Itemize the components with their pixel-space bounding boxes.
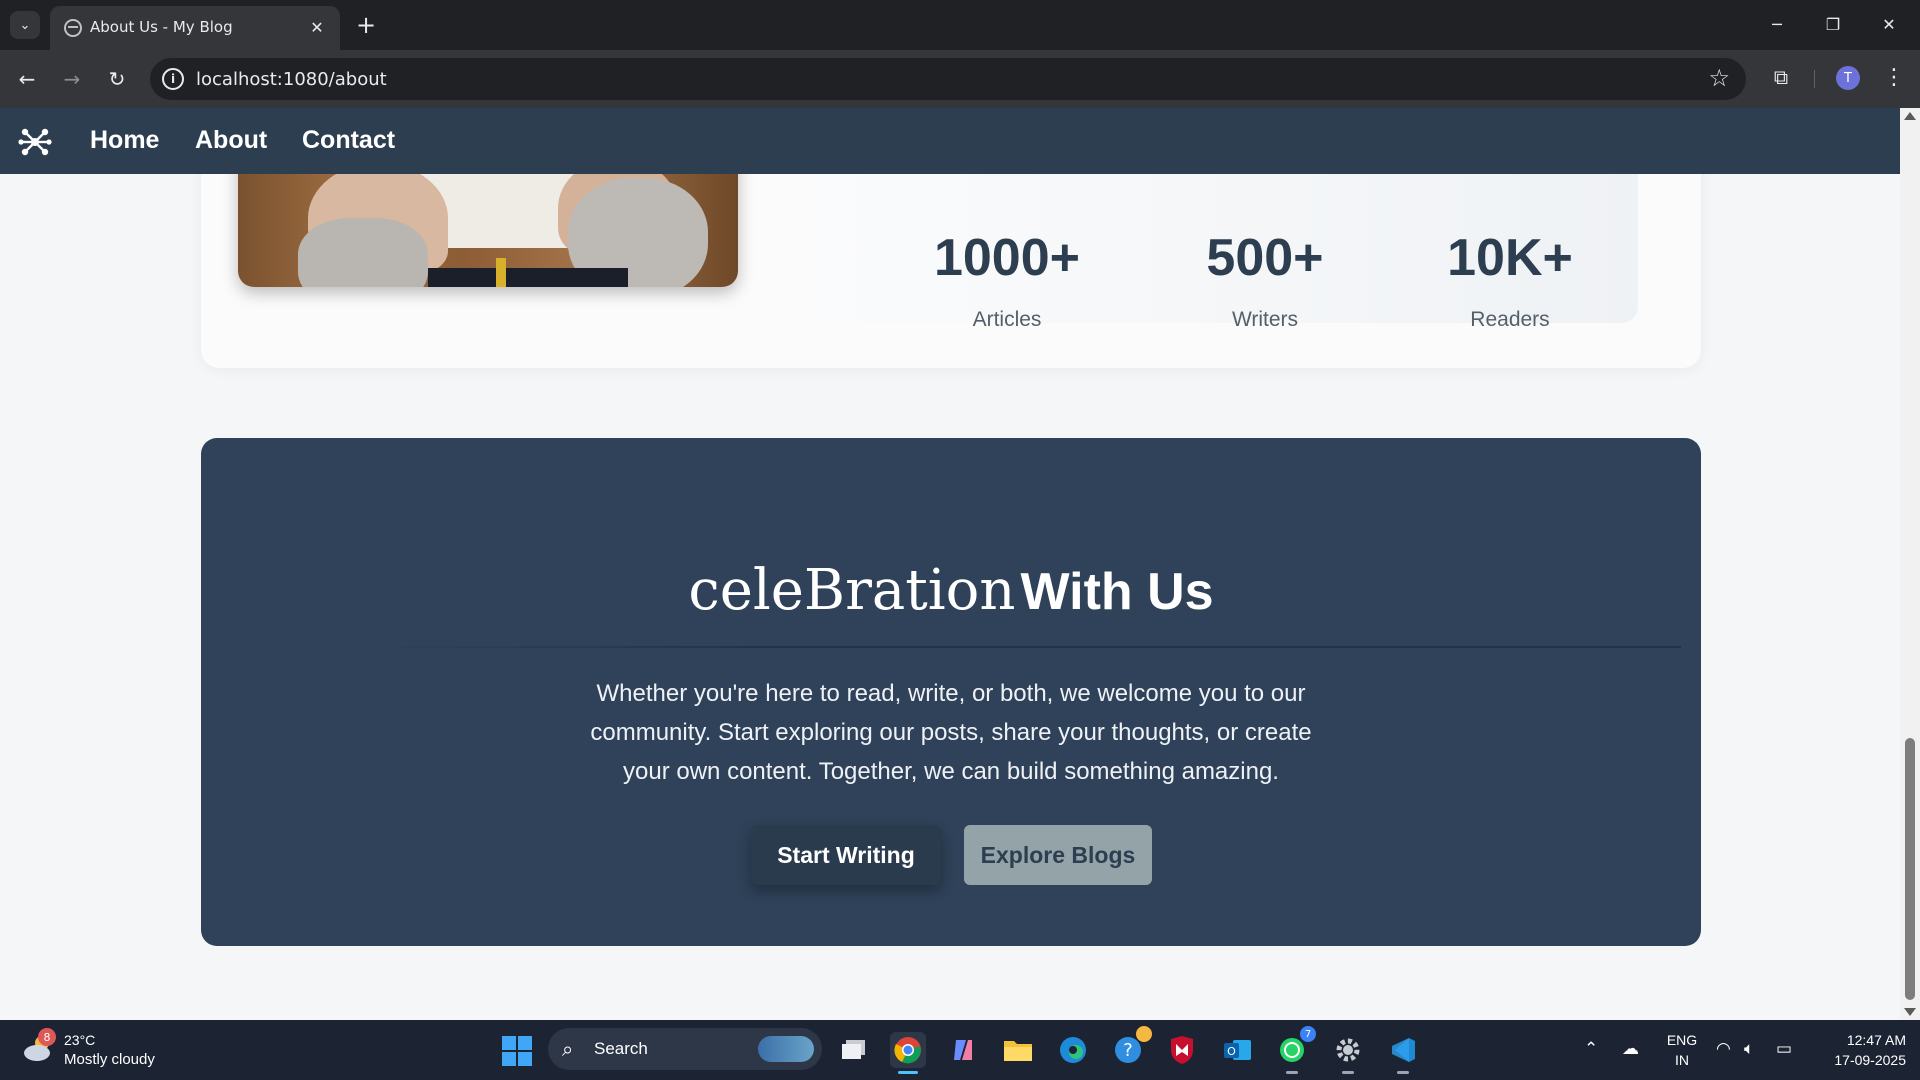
nav-link-contact[interactable]: Contact — [302, 126, 395, 155]
cta-divider — [361, 646, 1681, 648]
volume-icon[interactable]: 🔈︎ — [1744, 1039, 1754, 1059]
reload-icon[interactable]: ↻ — [102, 64, 132, 94]
whatsapp-badge: 7 — [1300, 1026, 1316, 1042]
site-info-icon[interactable]: i — [162, 68, 184, 90]
nav-link-home[interactable]: Home — [90, 126, 159, 155]
windows-taskbar: 8 23°C Mostly cloudy ⌕ Search ? O 7 ⌃ ☁ … — [0, 1020, 1920, 1080]
site-navbar: Home About Contact — [0, 108, 1900, 174]
clock-time[interactable]: 12:47 AM — [1806, 1032, 1906, 1048]
search-icon: ⌕ — [562, 1037, 574, 1061]
weather-description[interactable]: Mostly cloudy — [64, 1051, 155, 1068]
restore-icon[interactable]: ❐ — [1810, 8, 1856, 40]
nav-link-about[interactable]: About — [195, 126, 267, 155]
wifi-icon[interactable]: ◠ — [1716, 1039, 1731, 1059]
task-view-icon[interactable] — [836, 1032, 872, 1068]
browser-tab-bar: ⌄ About Us - My Blog ✕ + ─ ❐ ✕ — [0, 0, 1920, 50]
file-explorer-icon[interactable] — [1000, 1032, 1036, 1068]
edge-icon[interactable] — [1055, 1032, 1091, 1068]
windows-start-icon[interactable] — [502, 1036, 532, 1066]
language-code[interactable]: ENG — [1660, 1032, 1704, 1048]
copilot-icon[interactable] — [946, 1032, 982, 1068]
taskbar-search-label: Search — [594, 1039, 648, 1058]
scroll-thumb[interactable] — [1905, 738, 1915, 1000]
whatsapp-icon[interactable]: 7 — [1274, 1026, 1316, 1074]
toolbar-divider — [1814, 70, 1815, 88]
tab-title: About Us - My Blog — [90, 18, 233, 36]
svg-text:O: O — [1227, 1045, 1236, 1058]
stat-label: Readers — [1470, 308, 1550, 331]
network-logo-icon[interactable] — [18, 125, 52, 159]
stat-writers: 500+ Writers — [1155, 228, 1375, 332]
stat-label: Writers — [1231, 308, 1299, 331]
browser-tab[interactable]: About Us - My Blog ✕ — [50, 6, 340, 50]
mcafee-icon[interactable] — [1164, 1032, 1200, 1068]
outlook-icon[interactable]: O — [1220, 1032, 1256, 1068]
language-region[interactable]: IN — [1660, 1052, 1704, 1068]
weather-temperature[interactable]: 23°C — [64, 1032, 95, 1048]
url-text[interactable]: localhost:1080/about — [196, 69, 387, 90]
weather-alert-badge: 8 — [38, 1028, 56, 1046]
search-highlight-image — [758, 1036, 814, 1062]
page-scrollbar[interactable] — [1900, 108, 1920, 1020]
stat-value: 500+ — [1206, 229, 1324, 287]
explore-blogs-button[interactable]: Explore Blogs — [964, 825, 1152, 885]
address-bar[interactable]: i localhost:1080/about ☆ — [150, 58, 1746, 100]
window-close-icon[interactable]: ✕ — [1866, 8, 1912, 40]
taskbar-search[interactable]: ⌕ Search — [548, 1028, 822, 1070]
settings-gear-icon[interactable] — [1330, 1032, 1366, 1074]
browser-toolbar: ← → ↻ i localhost:1080/about ☆ ⧉ T ⋮ — [0, 50, 1920, 108]
cta-title: celeBration With Us — [201, 558, 1701, 623]
vscode-icon[interactable] — [1385, 1032, 1421, 1074]
more-icon[interactable]: ⋮ — [1882, 62, 1906, 92]
stat-value: 1000+ — [933, 229, 1081, 287]
cta-title-fancy: celeBration — [688, 558, 1016, 623]
battery-icon[interactable]: ▭ — [1776, 1039, 1792, 1059]
close-icon[interactable]: ✕ — [306, 16, 328, 38]
clock-date[interactable]: 17-09-2025 — [1806, 1052, 1906, 1068]
page-viewport: 1000+ Articles 500+ Writers 10K+ Readers — [0, 108, 1900, 1020]
stat-value: 10K+ — [1447, 229, 1573, 287]
forward-arrow-icon[interactable]: → — [57, 64, 87, 94]
scroll-up-icon[interactable] — [1904, 112, 1916, 120]
stat-readers: 10K+ Readers — [1400, 228, 1620, 332]
chevron-up-icon[interactable]: ⌃ — [1584, 1039, 1598, 1059]
back-arrow-icon[interactable]: ← — [12, 64, 42, 94]
help-icon[interactable]: ? — [1110, 1026, 1152, 1068]
scroll-down-icon[interactable] — [1904, 1008, 1916, 1016]
plus-icon[interactable]: + — [352, 11, 380, 39]
cta-title-strong: With Us — [1020, 563, 1214, 621]
cta-description: Whether you're here to read, write, or b… — [590, 680, 1312, 785]
chrome-icon[interactable] — [890, 1032, 926, 1074]
minimize-icon[interactable]: ─ — [1754, 8, 1800, 40]
svg-text:?: ? — [1123, 1040, 1133, 1061]
extensions-icon[interactable]: ⧉ — [1768, 64, 1794, 90]
start-writing-button[interactable]: Start Writing — [751, 825, 941, 885]
cta-section: celeBration With Us Whether you're here … — [201, 438, 1701, 946]
stat-articles: 1000+ Articles — [897, 228, 1117, 332]
stat-label: Articles — [972, 308, 1042, 331]
tab-search-icon[interactable]: ⌄ — [10, 11, 40, 39]
profile-avatar[interactable]: T — [1836, 66, 1860, 90]
cloud-offline-icon[interactable]: ☁ — [1622, 1039, 1639, 1059]
globe-icon — [64, 19, 82, 37]
star-icon[interactable]: ☆ — [1708, 64, 1730, 92]
